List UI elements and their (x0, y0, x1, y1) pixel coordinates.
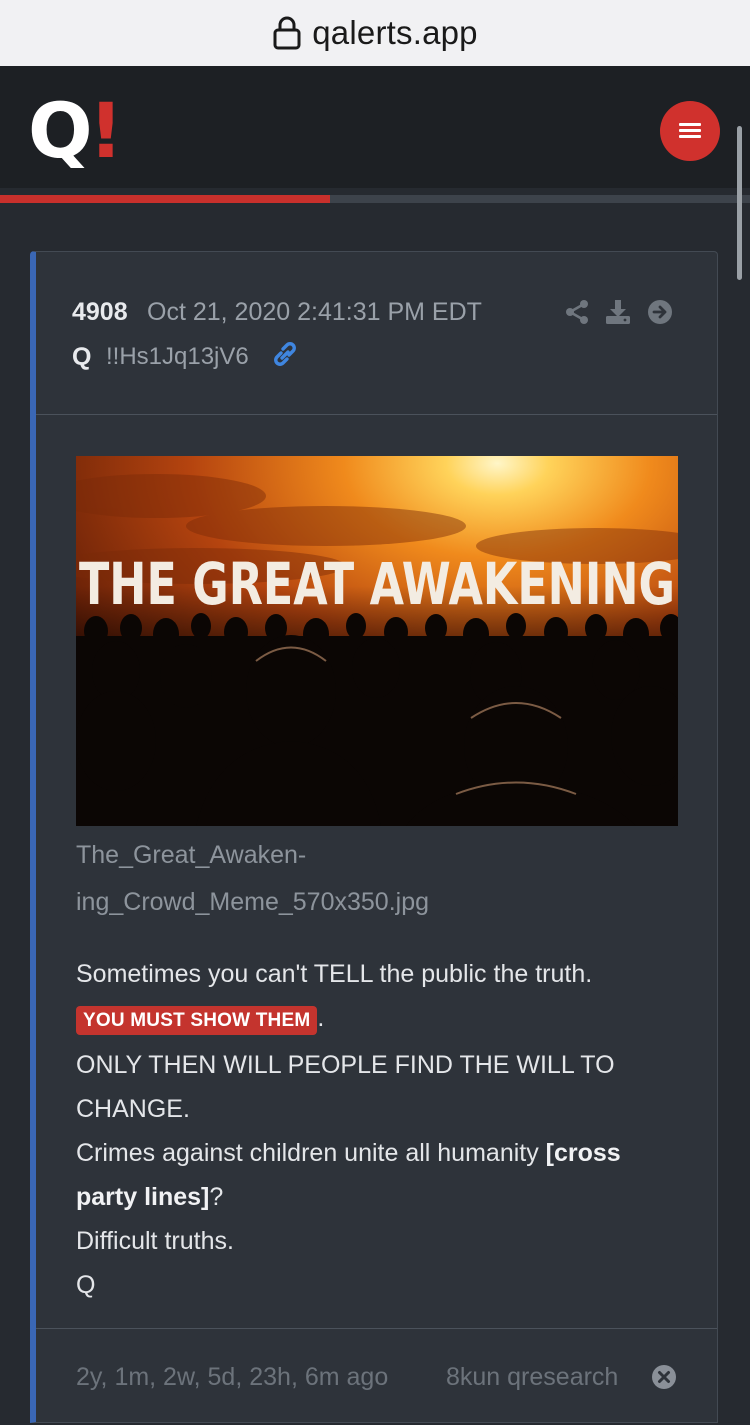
post-card: 4908 Oct 21, 2020 2:41:31 PM EDT Q !!Hs1… (30, 251, 718, 1423)
great-awakening-image: THE GREAT AWAKENING (76, 456, 678, 826)
post-tripcode: !!Hs1Jq13jV6 (106, 343, 249, 370)
arrow-right-circle-icon[interactable] (647, 299, 673, 325)
image-filename[interactable]: The_Great_Awaken- ing_Crowd_Meme_570x350… (76, 832, 429, 926)
menu-icon (679, 123, 701, 139)
post-signature: Q (76, 1271, 96, 1299)
link-icon[interactable] (269, 341, 299, 371)
post-image[interactable]: THE GREAT AWAKENING (76, 456, 678, 826)
post-number[interactable]: 4908 (72, 298, 128, 327)
browser-url-bar[interactable]: qalerts.app (0, 0, 750, 66)
url-text: qalerts.app (312, 14, 478, 51)
post-body: Sometimes you can't TELL the public the … (76, 952, 686, 1307)
site-logo[interactable]: Q! (28, 86, 124, 175)
app-header: Q! (0, 66, 750, 188)
highlight-text: YOU MUST SHOW THEM (76, 1006, 318, 1035)
logo-bang: ! (88, 86, 124, 175)
close-circle-icon[interactable] (651, 1364, 677, 1390)
post-header: 4908 Oct 21, 2020 2:41:31 PM EDT Q !!Hs1… (36, 252, 717, 415)
time-ago: 2y, 1m, 2w, 5d, 23h, 6m ago (76, 1363, 389, 1391)
reading-progress-fill (0, 195, 330, 203)
post-date: Oct 21, 2020 2:41:31 PM EDT (147, 298, 482, 326)
board-link[interactable]: 8kun qresearch (446, 1363, 618, 1392)
image-caption: THE GREAT AWAKENING (79, 550, 675, 618)
lock-icon (273, 16, 301, 50)
logo-q: Q (28, 86, 93, 175)
post-footer: 2y, 1m, 2w, 5d, 23h, 6m ago 8kun qresear… (36, 1328, 717, 1425)
post-author: Q (72, 343, 92, 371)
share-icon[interactable] (564, 299, 590, 325)
page-scrollbar[interactable] (737, 126, 742, 280)
reading-progress-bar (0, 195, 750, 203)
menu-button[interactable] (660, 101, 720, 161)
download-icon[interactable] (605, 299, 631, 325)
